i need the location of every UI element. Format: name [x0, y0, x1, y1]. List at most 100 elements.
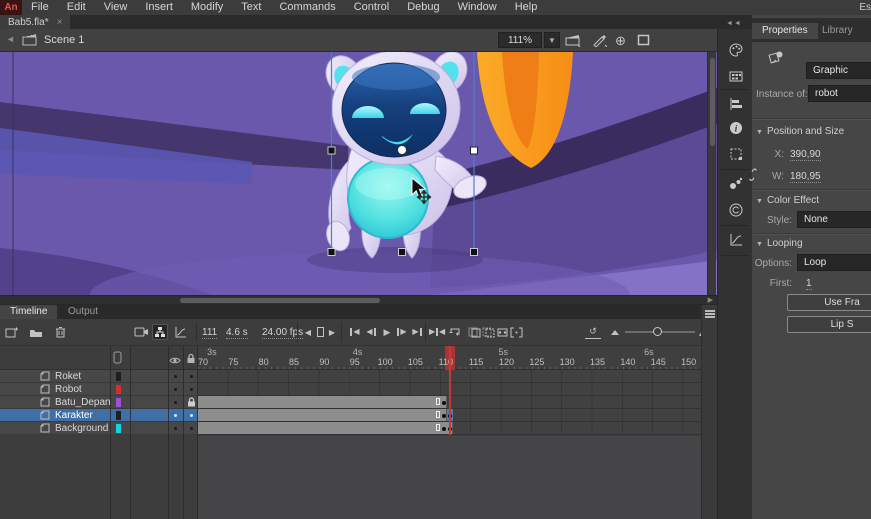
lip-syncing-button[interactable]: Lip S	[787, 316, 871, 333]
document-tab[interactable]: Bab5.fla* ×	[0, 15, 70, 29]
layer-lock-dot[interactable]	[190, 414, 193, 417]
menu-text[interactable]: Text	[232, 0, 270, 15]
handle-bottom-left-icon[interactable]	[328, 249, 335, 256]
play-button[interactable]: ▶	[379, 324, 395, 340]
first-frame-value[interactable]: 1	[806, 278, 812, 290]
menu-commands[interactable]: Commands	[270, 0, 344, 15]
stage-horizontal-scrollbar[interactable]: ▶	[0, 295, 717, 304]
new-layer-button[interactable]	[4, 324, 20, 340]
tab-timeline[interactable]: Timeline	[0, 305, 57, 319]
go-to-first-frame-button[interactable]: ◀	[347, 324, 363, 340]
chevron-down-icon[interactable]: ▼	[544, 32, 560, 48]
frame-span[interactable]	[198, 396, 447, 408]
workspace-button[interactable]: Es	[859, 2, 871, 13]
layer-outline-color-swatch[interactable]	[116, 424, 121, 433]
add-camera-button[interactable]	[133, 324, 149, 340]
step-forward-one-frame-button[interactable]: ▶	[394, 324, 410, 340]
edit-symbols-icon[interactable]	[592, 33, 607, 47]
color-panel-icon[interactable]	[727, 41, 744, 58]
modify-markers-button[interactable]	[508, 324, 524, 340]
loop-playback-button[interactable]	[447, 324, 463, 340]
stage-canvas[interactable]	[0, 52, 717, 295]
new-folder-button[interactable]	[28, 324, 44, 340]
layer-visibility-dot[interactable]	[174, 375, 177, 378]
layer-visibility-dot[interactable]	[174, 414, 177, 417]
show-layer-depth-button[interactable]	[172, 324, 188, 340]
frame-span[interactable]	[198, 422, 453, 434]
style-select[interactable]: None	[797, 211, 871, 228]
playhead-line[interactable]	[449, 346, 451, 435]
menu-window[interactable]: Window	[449, 0, 506, 15]
instance-name-field[interactable]: robot	[808, 85, 871, 102]
show-hide-all-eye-icon[interactable]	[169, 352, 181, 370]
align-panel-icon[interactable]	[727, 95, 744, 112]
hscroll-thumb[interactable]	[180, 298, 380, 303]
layer-visibility-dot[interactable]	[174, 388, 177, 391]
current-frame-value[interactable]: 111	[202, 327, 217, 339]
color-effect-header[interactable]: ▼Color Effect	[756, 195, 819, 206]
layer-lock-dot[interactable]	[190, 375, 193, 378]
app-logo[interactable]: An	[0, 0, 22, 15]
frame-span[interactable]	[198, 409, 447, 421]
menu-help[interactable]: Help	[506, 0, 547, 15]
center-playhead-button[interactable]: ▶▶	[429, 324, 445, 340]
zoom-out-frames-icon[interactable]	[607, 324, 623, 340]
symbol-type-select[interactable]: Graphic	[806, 62, 871, 79]
info-panel-icon[interactable]: i	[727, 119, 744, 136]
w-value[interactable]: 180,95	[790, 171, 821, 183]
stage-vertical-scrollbar[interactable]	[707, 52, 716, 295]
layer-lock-dot[interactable]	[190, 388, 193, 391]
tab-output[interactable]: Output	[58, 305, 108, 319]
layer-outline-color-swatch[interactable]	[116, 385, 121, 394]
layer-visibility-dot[interactable]	[174, 427, 177, 430]
layer-outline-color-swatch[interactable]	[116, 372, 121, 381]
center-stage-icon[interactable]: ⊕	[615, 33, 626, 49]
vscroll-thumb[interactable]	[710, 58, 715, 146]
motion-editor-panel-icon[interactable]	[727, 231, 744, 248]
cc-libraries-panel-icon[interactable]	[727, 201, 744, 218]
loop-options-select[interactable]: Loop	[797, 254, 871, 271]
panel-menu-icon[interactable]	[705, 310, 715, 318]
lock-all-icon[interactable]	[186, 351, 196, 369]
x-value[interactable]: 390,90	[790, 149, 821, 161]
menu-edit[interactable]: Edit	[58, 0, 95, 15]
brush-library-panel-icon[interactable]	[727, 175, 744, 192]
reset-timeline-zoom-button[interactable]: ↺	[585, 325, 601, 339]
zoom-level-select[interactable]: 111%	[498, 32, 542, 48]
menu-debug[interactable]: Debug	[398, 0, 448, 15]
use-frame-picker-button[interactable]: Use Fra	[787, 294, 871, 311]
go-to-last-frame-button[interactable]: ▶	[409, 324, 425, 340]
handle-left-icon[interactable]	[328, 147, 335, 154]
close-icon[interactable]: ×	[57, 17, 63, 28]
tab-library[interactable]: Library	[812, 23, 863, 39]
show-parenting-view-button[interactable]	[152, 324, 168, 340]
link-width-height-icon[interactable]	[746, 167, 761, 187]
layer-visibility-dot[interactable]	[174, 401, 177, 404]
menu-insert[interactable]: Insert	[136, 0, 182, 15]
layer-outline-color-swatch[interactable]	[116, 411, 121, 420]
layer-lock-dot[interactable]	[190, 427, 193, 430]
position-size-header[interactable]: ▼Position and Size	[756, 126, 844, 137]
step-back-one-frame-button[interactable]: ◀	[363, 324, 379, 340]
clip-content-icon[interactable]	[637, 34, 650, 46]
looping-header[interactable]: ▼Looping	[756, 238, 803, 249]
transform-center-point[interactable]	[398, 146, 407, 155]
menu-control[interactable]: Control	[345, 0, 398, 15]
collapse-panels-icon[interactable]: ◄◄	[726, 20, 742, 27]
edit-scene-icon[interactable]	[565, 33, 581, 47]
tab-properties[interactable]: Properties	[752, 23, 818, 39]
handle-right-icon[interactable]	[471, 147, 478, 154]
delete-layer-button[interactable]	[52, 324, 68, 340]
back-arrow-icon[interactable]: ◄	[6, 34, 15, 44]
step-forward-icon[interactable]: ▶	[324, 324, 340, 340]
elapsed-time-value[interactable]: 4.6 s	[226, 327, 248, 339]
timeline-zoom-slider[interactable]	[625, 331, 695, 333]
handle-bottom-center-icon[interactable]	[399, 249, 406, 256]
layer-outline-color-swatch[interactable]	[116, 398, 121, 407]
swatches-panel-icon[interactable]	[727, 67, 744, 84]
transform-panel-icon[interactable]	[727, 145, 744, 162]
menu-file[interactable]: File	[22, 0, 58, 15]
timeline-zoom-knob[interactable]	[653, 327, 662, 336]
menu-modify[interactable]: Modify	[182, 0, 232, 15]
scene-name[interactable]: Scene 1	[44, 34, 84, 46]
